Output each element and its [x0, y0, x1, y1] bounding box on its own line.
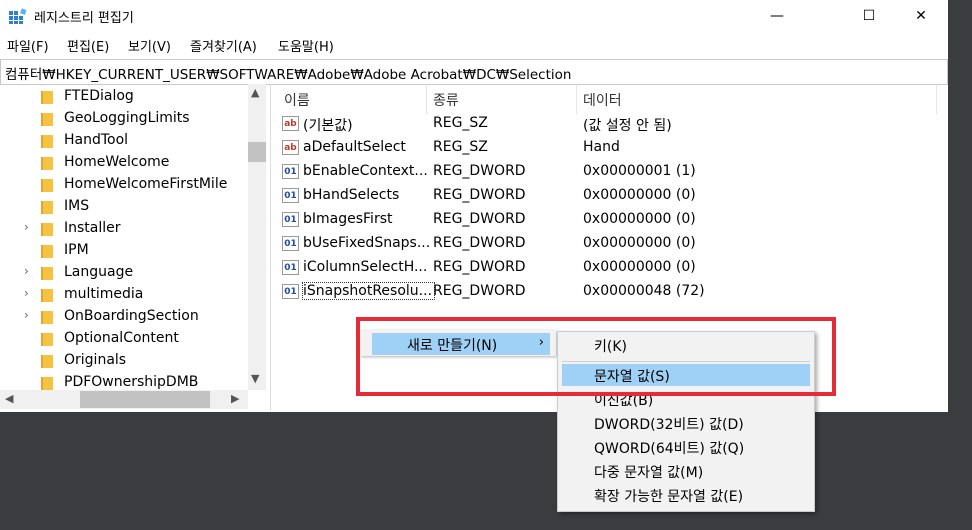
folder-icon: [41, 377, 53, 390]
tree-vertical-scrollbar[interactable]: ▲ ▼: [248, 84, 266, 390]
menu-bar: 파일(F) 편집(E) 보기(V) 즐겨찾기(A) 도움말(H): [0, 33, 948, 57]
string-value-icon: ab: [282, 116, 299, 131]
folder-icon: [41, 289, 53, 302]
scroll-thumb[interactable]: [248, 142, 266, 162]
tree-item[interactable]: › OnBoardingSection: [0, 306, 248, 328]
new-key-item[interactable]: 키(K): [562, 334, 810, 356]
folder-icon: [41, 267, 53, 280]
folder-icon: [41, 355, 53, 368]
value-row[interactable]: 01 bImagesFirst REG_DWORD 0x00000000 (0): [276, 208, 936, 232]
chevron-right-icon: ›: [538, 335, 544, 350]
maximize-button[interactable]: ☐: [846, 0, 892, 32]
new-qword-value-item[interactable]: QWORD(64비트) 값(Q): [562, 436, 810, 458]
expand-chevron-icon[interactable]: ›: [24, 264, 29, 278]
tree-item[interactable]: OptionalContent: [0, 328, 248, 350]
folder-icon: [41, 245, 53, 258]
menu-view[interactable]: 보기(V): [128, 36, 171, 55]
scroll-thumb[interactable]: [80, 391, 210, 408]
new-string-value-item[interactable]: 문자열 값(S): [562, 364, 810, 386]
scroll-left-icon[interactable]: ◀: [5, 392, 13, 405]
tree-item[interactable]: Originals: [0, 350, 248, 372]
minimize-button[interactable]: —: [754, 0, 800, 32]
tree-item[interactable]: GeoLoggingLimits: [0, 108, 248, 130]
address-bar[interactable]: 컴퓨터₩HKEY_CURRENT_USER₩SOFTWARE₩Adobe₩Ado…: [0, 59, 948, 85]
tree-item[interactable]: › Language: [0, 262, 248, 284]
folder-icon: [41, 157, 53, 170]
expand-chevron-icon[interactable]: ›: [24, 308, 29, 322]
string-value-icon: ab: [282, 140, 299, 155]
new-binary-value-item[interactable]: 이진값(B): [562, 388, 810, 410]
tree-item[interactable]: IMS: [0, 196, 248, 218]
new-menu-item[interactable]: 새로 만들기(N) ›: [372, 333, 550, 355]
folder-icon: [41, 113, 53, 126]
value-row[interactable]: ab aDefaultSelect REG_SZ Hand: [276, 136, 936, 160]
value-row[interactable]: 01 iSnapshotResolu... REG_DWORD 0x00000048 …: [276, 280, 936, 304]
folder-icon: [41, 135, 53, 148]
tree-item[interactable]: IPM: [0, 240, 248, 262]
menu-file[interactable]: 파일(F): [7, 36, 49, 55]
tree-item[interactable]: HandTool: [0, 130, 248, 152]
dword-value-icon: 01: [282, 236, 299, 251]
folder-icon: [41, 333, 53, 346]
column-divider[interactable]: [936, 84, 937, 114]
new-multi-string-value-item[interactable]: 다중 문자열 값(M): [562, 460, 810, 482]
maximize-icon: ☐: [862, 8, 876, 24]
dword-value-icon: 01: [282, 212, 299, 227]
key-tree: FTEDialog GeoLoggingLimits HandTool Home…: [0, 84, 271, 411]
tree-item[interactable]: › multimedia: [0, 284, 248, 306]
scroll-right-icon[interactable]: ▶: [231, 392, 239, 405]
registry-editor-icon: [9, 8, 27, 24]
tree-item[interactable]: HomeWelcomeFirstMile: [0, 174, 248, 196]
value-row[interactable]: 01 bHandSelects REG_DWORD 0x00000000 (0): [276, 184, 936, 208]
context-menu: 새로 만들기(N) ›: [360, 330, 556, 356]
window-title: 레지스트리 편집기: [34, 11, 134, 26]
value-row[interactable]: 01 iColumnSelectH... REG_DWORD 0x00000000 (…: [276, 256, 936, 280]
tree-horizontal-scrollbar[interactable]: ◀ ▶: [0, 390, 248, 409]
scroll-down-icon[interactable]: ▼: [251, 372, 259, 385]
menu-separator: [562, 361, 810, 362]
dword-value-icon: 01: [282, 260, 299, 275]
scroll-up-icon[interactable]: ▲: [251, 86, 259, 99]
close-icon: ✕: [915, 8, 927, 24]
folder-icon: [41, 179, 53, 192]
column-divider[interactable]: [576, 84, 577, 114]
close-button[interactable]: ✕: [898, 0, 944, 32]
tree-item[interactable]: › Installer: [0, 218, 248, 240]
column-header-type[interactable]: 종류: [433, 90, 459, 110]
value-row[interactable]: ab (기본값) REG_SZ (값 설정 안 됨): [276, 112, 936, 136]
dword-value-icon: 01: [282, 188, 299, 203]
dword-value-icon: 01: [282, 284, 299, 299]
title-bar: 레지스트리 편집기 — ☐ ✕: [0, 0, 948, 32]
folder-icon: [41, 201, 53, 214]
menu-favorites[interactable]: 즐겨찾기(A): [190, 36, 257, 55]
folder-icon: [41, 91, 53, 104]
menu-help[interactable]: 도움말(H): [278, 36, 334, 55]
folder-icon: [41, 311, 53, 324]
dword-value-icon: 01: [282, 164, 299, 179]
new-submenu: 키(K) 문자열 값(S) 이진값(B) DWORD(32비트) 값(D) QW…: [557, 331, 815, 512]
new-dword-value-item[interactable]: DWORD(32비트) 값(D): [562, 412, 810, 434]
tree-item[interactable]: FTEDialog: [0, 86, 248, 108]
folder-icon: [41, 223, 53, 236]
menu-edit[interactable]: 편집(E): [67, 36, 109, 55]
tree-item[interactable]: HomeWelcome: [0, 152, 248, 174]
column-divider[interactable]: [426, 84, 427, 114]
expand-chevron-icon[interactable]: ›: [24, 286, 29, 300]
expand-chevron-icon[interactable]: ›: [24, 220, 29, 234]
address-path: 컴퓨터₩HKEY_CURRENT_USER₩SOFTWARE₩Adobe₩Ado…: [5, 67, 572, 83]
column-header-name[interactable]: 이름: [284, 90, 310, 110]
new-expandable-string-value-item[interactable]: 확장 가능한 문자열 값(E): [562, 484, 810, 506]
column-header-data[interactable]: 데이터: [583, 90, 622, 110]
value-row[interactable]: 01 bEnableContext... REG_DWORD 0x00000001 (…: [276, 160, 936, 184]
value-row[interactable]: 01 bUseFixedSnaps... REG_DWORD 0x00000000 (…: [276, 232, 936, 256]
minimize-icon: —: [770, 8, 784, 24]
